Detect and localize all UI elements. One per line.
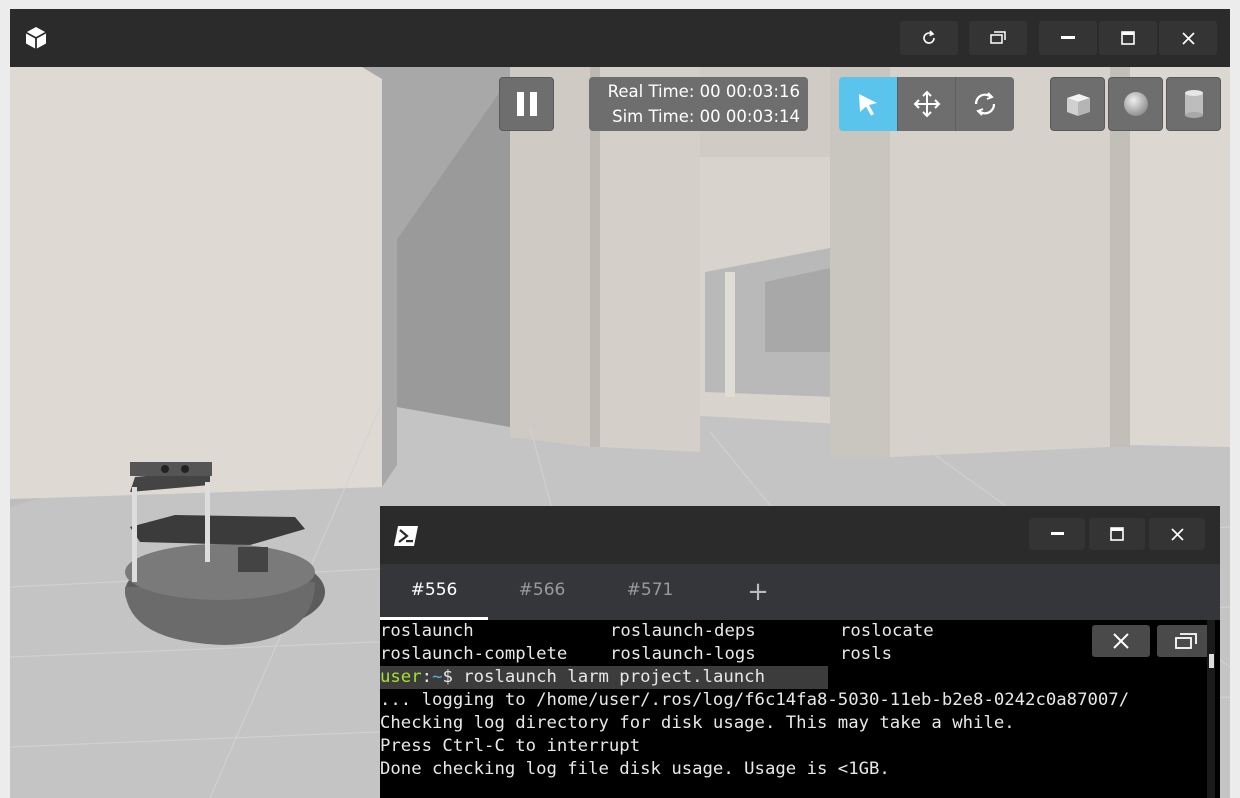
prompt-line: user:~$ roslaunch larm project.launch [380,666,828,689]
output-line: Press Ctrl-C to interrupt [380,736,641,756]
minimize-icon [1050,532,1064,535]
prompt-symbol: $ [442,667,453,687]
tab-556[interactable]: #556 [380,564,488,620]
select-mode-button[interactable] [839,77,898,131]
completion-cell: roslaunch-logs [610,644,756,664]
title-bar[interactable] [10,9,1230,67]
reload-icon [923,30,935,44]
translate-mode-button[interactable] [897,77,957,131]
move-icon [913,90,940,118]
add-tab-button[interactable]: + [742,576,774,608]
tab-566[interactable]: #566 [488,564,596,620]
terminal-close-button[interactable] [1149,518,1205,550]
prompt-path: ~ [432,667,443,687]
cube-icon [25,27,47,49]
terminal-title-bar[interactable] [380,506,1220,564]
minimize-icon [1061,36,1075,39]
terminal-maximize-button[interactable] [1089,518,1145,550]
pause-icon [516,92,537,116]
maximize-button[interactable] [1099,21,1157,55]
close-icon [1170,527,1184,541]
scrollbar-thumb[interactable] [1209,654,1214,668]
terminal-minimize-button[interactable] [1029,518,1085,550]
terminal-window: #556 #566 #571 + roslaunch roslaunch-dep… [380,506,1220,798]
rotate-icon [975,92,996,116]
restore-window-icon [990,31,1006,44]
output-line: ... logging to /home/user/.ros/log/f6c14… [380,690,1130,710]
sphere-icon [1123,92,1148,116]
minimize-button[interactable] [1039,21,1097,55]
insert-cylinder-button[interactable] [1166,77,1221,131]
output-line: Checking log directory for disk usage. T… [380,713,1015,733]
restore-window-button[interactable] [969,21,1027,55]
completion-cell: roslaunch-complete [380,644,568,664]
pause-button[interactable] [499,77,554,131]
sim-time-label: Sim Time: 00 00:03:14 [612,107,800,126]
real-time-label: Real Time: 00 00:03:16 [607,82,800,101]
terminal-clear-button[interactable] [1092,625,1150,657]
cylinder-icon [1184,90,1203,118]
rotate-mode-button[interactable] [956,77,1014,131]
insert-box-button[interactable] [1050,77,1105,131]
command-text: roslaunch larm project.launch [452,667,765,687]
completion-cell: roslaunch-deps [610,621,756,641]
prompt-user: user [380,667,422,687]
time-panel: Real Time: 00 00:03:16 Sim Time: 00 00:0… [589,77,808,131]
completion-cell: roslocate [840,621,934,641]
close-icon [1181,31,1195,45]
terminal-tab-bar: #556 #566 #571 + [380,564,1220,620]
completion-cell: roslaunch [380,621,474,641]
terminal-scrollbar[interactable] [1207,620,1215,798]
maximize-icon [1121,31,1135,45]
reload-button[interactable] [900,21,958,55]
restore-window-icon [1175,633,1197,649]
output-line: Done checking log file disk usage. Usage… [380,759,890,779]
transform-mode-group [839,77,1014,131]
completion-cell: rosls [840,644,893,664]
close-button[interactable] [1159,21,1217,55]
prompt-separator: : [421,667,433,687]
insert-sphere-button[interactable] [1108,77,1163,131]
tab-571[interactable]: #571 [596,564,704,620]
maximize-icon [1110,527,1124,541]
box-icon [1066,94,1090,116]
powershell-icon [394,526,418,546]
close-icon [1113,633,1129,649]
cursor-icon [858,94,877,116]
terminal-output[interactable]: roslaunch roslaunch-deps roslocate rosla… [380,620,1220,798]
